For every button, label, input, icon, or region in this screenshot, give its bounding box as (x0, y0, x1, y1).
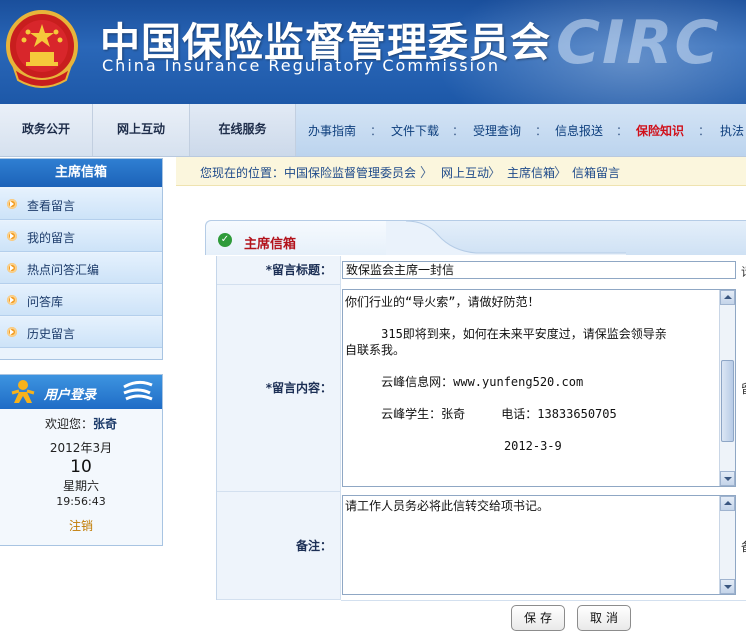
content-label: *留言内容： (217, 285, 341, 492)
panel-tab-curve (386, 221, 626, 255)
sidebar-item-label: 热点问答汇编 (27, 263, 100, 277)
breadcrumb-item-interaction[interactable]: 网上互动 (441, 164, 489, 181)
breadcrumb-arrow-icon: 〉 (420, 166, 434, 181)
scroll-down-arrow-icon[interactable] (720, 579, 735, 594)
scroll-up-arrow-icon[interactable] (720, 290, 735, 305)
sidebar-item-hot-qa[interactable]: 热点问答汇编 (0, 253, 162, 284)
scroll-up-arrow-icon[interactable] (720, 496, 735, 511)
note-label: 备注： (217, 492, 341, 600)
sidebar-item-history[interactable]: 历史留言 (0, 317, 162, 348)
date-day: 10 (70, 457, 92, 477)
sidebar-item-label: 我的留言 (27, 231, 76, 245)
breadcrumb-item-mailbox[interactable]: 主席信箱 (507, 164, 555, 181)
title-input[interactable]: 致保监会主席一封信 (342, 261, 736, 279)
content-scrollbar[interactable] (719, 290, 735, 486)
subnav-downloads[interactable]: 文件下载 (391, 122, 439, 139)
breadcrumb-item-home[interactable]: 中国保险监督管理委员会 (284, 164, 416, 181)
breadcrumb-arrow-icon: 〉 (488, 166, 502, 181)
breadcrumb-prefix: 您现在的位置： (200, 166, 285, 180)
save-button[interactable]: 保存 (511, 605, 565, 631)
sidebar-mailbox-title: 主席信箱 (0, 159, 162, 187)
circ-logo: CIRC (556, 8, 721, 78)
content-line: 你们行业的“导火索”，请做好防范！ (345, 295, 540, 309)
subnav-separator: ： (452, 124, 465, 138)
logout-label: 注销 (68, 519, 93, 533)
date-year-month: 2012年3月 (49, 441, 113, 455)
welcome-line: 欢迎您：张奇 (0, 415, 162, 432)
header-banner: 中国保险监督管理委员会 China Insurance Regulatory C… (0, 0, 746, 104)
sidebar-item-view-messages[interactable]: 查看留言 (0, 189, 162, 220)
panel-title: 主席信箱 (244, 237, 297, 252)
login-title: 用户登录 (44, 388, 97, 403)
clock-time: 19:56:43 (56, 495, 106, 508)
national-emblem-icon (6, 10, 78, 88)
arrow-bullet-icon (7, 199, 17, 209)
subnav-separator: ： (370, 124, 383, 138)
date-weekday: 星期六 (62, 479, 99, 493)
content-scrolled-top (345, 289, 719, 290)
subnav-separator: ： (698, 124, 711, 138)
arrow-bullet-icon (7, 327, 17, 337)
nav-tab-online-service[interactable]: 在线服务 (190, 104, 296, 156)
hint-title-cutoff: 请 (741, 263, 746, 280)
note-text: 请工作人员务必将此信转交给项书记。 (345, 499, 550, 513)
scrollbar-thumb[interactable] (721, 360, 734, 442)
welcome-username: 张奇 (93, 417, 118, 431)
content-line: 自联系我。 (345, 343, 406, 357)
title-label: *留言标题： (217, 256, 341, 285)
site-title-english: China Insurance Regulatory Commission (102, 56, 500, 75)
arrow-bullet-icon (7, 295, 17, 305)
subnav-separator: ： (616, 124, 629, 138)
panel-tab (206, 221, 406, 255)
subnav-guide[interactable]: 办事指南 (308, 122, 356, 139)
check-circle-icon: ✓ (218, 233, 232, 247)
scroll-down-arrow-icon[interactable] (720, 471, 735, 486)
content-textarea[interactable]: 你们行业的“导火索”，请做好防范！ 315即将到来，如何在未来平安度过，请保监会… (342, 289, 736, 487)
hint-content-cutoff: 留 (741, 380, 746, 397)
sidebar-item-label: 历史留言 (27, 327, 76, 341)
subnav-enforcement[interactable]: 执法 (720, 122, 744, 139)
subnav-insurance-knowledge[interactable]: 保险知识 (636, 122, 684, 139)
login-header: 用户登录 (0, 375, 162, 409)
hint-note-cutoff: 备 (741, 538, 746, 555)
subnav-query[interactable]: 受理查询 (473, 122, 521, 139)
note-scrollbar[interactable] (719, 496, 735, 594)
arrow-bullet-icon (7, 263, 17, 273)
swirl-decoration-icon (123, 380, 153, 401)
user-person-icon (11, 380, 35, 403)
arrow-bullet-icon (7, 231, 17, 241)
panel-header: ✓ 主席信箱 (205, 220, 746, 255)
welcome-prefix: 欢迎您： (44, 417, 93, 431)
breadcrumb-arrow-icon: 〉 (554, 166, 568, 181)
subnav-info-report[interactable]: 信息报送 (555, 122, 603, 139)
note-textarea[interactable]: 请工作人员务必将此信转交给项书记。 (342, 495, 736, 595)
content-line: 云峰信息网：www.yunfeng520.com (345, 375, 584, 389)
message-form: *留言标题： *留言内容： 备注： 致保监会主席一封信 你们行业的“导火索”，请… (216, 256, 746, 601)
breadcrumb: 您现在的位置： 中国保险监督管理委员会 〉 网上互动 〉 主席信箱 〉 信箱留言 (176, 157, 746, 186)
content-line: 315即将到来，如何在未来平安度过，请保监会领导亲 (345, 327, 667, 341)
sidebar-item-my-messages[interactable]: 我的留言 (0, 221, 162, 252)
sidebar-item-qa-library[interactable]: 问答库 (0, 285, 162, 316)
sidebar-login: 用户登录 欢迎您：张奇 2012年3月 10 星期六 19:56:43 注销 (0, 374, 163, 546)
sidebar-mailbox: 主席信箱 查看留言 我的留言 热点问答汇编 问答库 历史留言 (0, 158, 163, 360)
nav-tab-online-interaction[interactable]: 网上互动 (93, 104, 190, 156)
logout-link[interactable]: 注销 (0, 517, 162, 534)
content-line: 云峰学生：张奇 电话：13833650705 (345, 407, 617, 421)
cancel-button[interactable]: 取消 (577, 605, 631, 631)
breadcrumb-item-current: 信箱留言 (572, 166, 621, 180)
sidebar-item-label: 问答库 (27, 295, 64, 309)
nav-tab-government-affairs[interactable]: 政务公开 (0, 104, 93, 156)
content-line: 2012-3-9 (345, 439, 562, 453)
sidebar-item-label: 查看留言 (27, 199, 76, 213)
subnav-separator: ： (535, 124, 548, 138)
sub-nav: 办事指南 ： 文件下载 ： 受理查询 ： 信息报送 ： 保险知识 ： 执法 (296, 104, 746, 156)
